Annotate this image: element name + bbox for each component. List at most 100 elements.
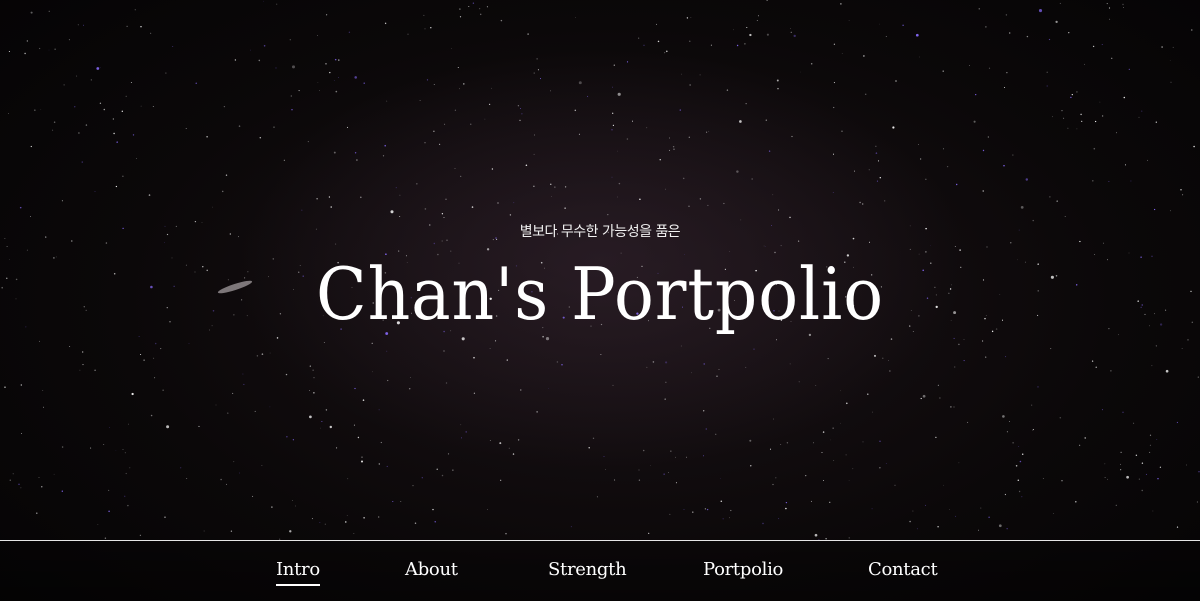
star	[639, 198, 641, 201]
star	[85, 124, 88, 126]
star	[1019, 460, 1022, 463]
star	[1180, 189, 1182, 191]
star	[1095, 366, 1097, 368]
star	[617, 150, 618, 152]
star	[1115, 504, 1117, 506]
star	[26, 40, 28, 42]
star	[815, 385, 817, 386]
star	[840, 3, 842, 5]
star	[443, 216, 445, 218]
star	[1042, 478, 1044, 479]
star	[715, 433, 717, 435]
star	[1128, 68, 1130, 70]
star	[1109, 18, 1111, 20]
star	[317, 82, 319, 83]
star	[36, 512, 38, 514]
star	[77, 132, 80, 134]
star	[1170, 81, 1172, 83]
star	[917, 144, 919, 146]
star	[1120, 469, 1122, 471]
star	[689, 40, 691, 42]
star	[1063, 117, 1065, 119]
star	[872, 411, 873, 413]
star	[668, 149, 671, 151]
star	[720, 478, 721, 479]
star	[1006, 431, 1008, 433]
nav-item-strength[interactable]: Strength	[548, 559, 627, 584]
star	[423, 14, 425, 16]
star	[539, 78, 542, 80]
star	[691, 372, 692, 374]
star	[286, 436, 288, 438]
star	[973, 120, 976, 123]
star	[829, 501, 831, 503]
star	[751, 178, 753, 180]
star	[638, 469, 640, 471]
star	[875, 152, 878, 154]
star	[969, 65, 970, 66]
star	[1120, 463, 1121, 465]
star	[955, 183, 958, 186]
star	[1079, 444, 1081, 446]
star	[131, 392, 134, 396]
star	[596, 496, 598, 498]
star	[1149, 451, 1151, 453]
star	[129, 467, 131, 469]
star	[500, 479, 502, 481]
star	[925, 178, 927, 180]
star	[1159, 466, 1162, 468]
nav-item-intro[interactable]: Intro	[276, 559, 320, 586]
star	[115, 450, 117, 451]
star	[354, 76, 357, 79]
star	[1107, 478, 1109, 480]
star	[360, 460, 364, 463]
star	[618, 182, 621, 185]
star	[338, 77, 339, 78]
star	[1104, 477, 1106, 478]
star	[766, 33, 769, 36]
star	[533, 153, 535, 155]
star	[1152, 510, 1154, 512]
star	[21, 433, 22, 434]
star	[600, 354, 602, 355]
nav-item-about[interactable]: About	[405, 559, 458, 584]
nav-item-portpolio[interactable]: Portpolio	[703, 559, 783, 584]
star	[588, 447, 590, 449]
star	[143, 359, 145, 361]
star	[166, 425, 170, 429]
star	[390, 210, 394, 214]
star	[1110, 370, 1112, 372]
star	[967, 421, 969, 423]
star	[508, 447, 510, 449]
nav-item-contact[interactable]: Contact	[868, 559, 938, 584]
star	[490, 87, 492, 89]
star	[233, 461, 235, 463]
star	[548, 388, 549, 389]
star	[659, 159, 661, 161]
star	[30, 145, 32, 148]
star	[612, 112, 614, 114]
hero-subtitle: 별보다 무수한 가능성을 품은	[519, 224, 681, 240]
star	[371, 342, 373, 344]
star	[408, 388, 411, 390]
star	[459, 16, 462, 18]
star	[295, 505, 297, 507]
star	[345, 521, 347, 523]
star	[317, 35, 318, 37]
star	[346, 126, 349, 128]
star	[867, 393, 869, 395]
star	[840, 390, 841, 392]
star	[705, 428, 707, 430]
star	[212, 206, 213, 208]
star	[348, 31, 351, 33]
star	[1147, 159, 1149, 161]
star	[259, 137, 262, 139]
star	[468, 6, 470, 7]
star	[958, 462, 960, 464]
star	[821, 451, 823, 454]
star	[750, 465, 752, 467]
star	[613, 64, 615, 66]
star	[198, 425, 200, 427]
star	[708, 130, 710, 132]
star	[386, 350, 388, 352]
